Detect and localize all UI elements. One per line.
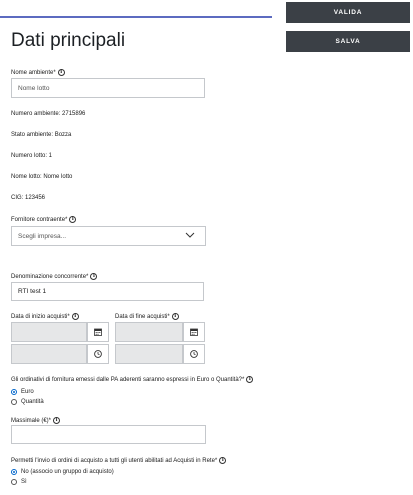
stato-ambiente-text: Stato ambiente: Bozza [11,132,72,138]
radio-euro-indicator[interactable] [11,389,17,395]
valida-button[interactable]: VALIDA [286,2,410,23]
valuta-question: Gli ordinativi di fornitura emessi dalle… [11,376,254,383]
denominazione-label-text: Denominazione concorrente* [11,273,89,280]
clock-button[interactable] [183,344,205,364]
info-icon[interactable]: i [53,417,61,424]
massimale-input[interactable] [11,425,206,444]
fornitore-label: Fornitore contraente* i [11,216,77,223]
radio-euro-label: Euro [21,389,34,395]
radio-quantita-label: Quantità [21,399,44,405]
data-inizio-label-text: Data di inizio acquisti* [11,313,70,320]
data-fine-label-text: Data di fine acquisti* [115,313,170,320]
chevron-down-icon [185,232,195,238]
data-fine-time-input[interactable] [115,344,183,364]
info-icon[interactable]: i [57,69,65,76]
radio-no[interactable]: No (associo un gruppo di acquisto) [11,469,114,475]
radio-no-label: No (associo un gruppo di acquisto) [21,469,114,475]
data-inizio-date-input[interactable] [11,322,87,342]
fornitore-select[interactable]: Scegli impresa... [11,226,206,246]
header-accent-line [0,16,272,18]
info-icon[interactable]: i [90,273,98,280]
info-icon[interactable]: i [71,313,79,320]
radio-euro[interactable]: Euro [11,389,34,395]
info-icon[interactable]: i [171,313,179,320]
calendar-icon [190,328,198,336]
page-title: Dati principali [11,30,126,51]
radio-quantita-indicator[interactable] [11,399,17,405]
massimale-label-text: Massimale (€)* [11,417,52,424]
nome-ambiente-label-text: Nome ambiente* [11,69,56,76]
radio-si-label: Sì [21,479,27,485]
radio-no-indicator[interactable] [11,469,17,475]
clock-button[interactable] [87,344,109,364]
permessi-question: Permetti l'invio di ordini di acquisto a… [11,457,227,464]
radio-quantita[interactable]: Quantità [11,399,44,405]
radio-si[interactable]: Sì [11,479,27,485]
calendar-button[interactable] [183,322,205,342]
nome-ambiente-input[interactable]: Nome lotto [11,78,205,98]
info-icon[interactable]: i [219,457,227,464]
nome-ambiente-label: Nome ambiente* i [11,69,65,76]
fornitore-select-value: Scegli impresa... [18,232,67,240]
fornitore-label-text: Fornitore contraente* [11,216,68,223]
data-inizio-time-input[interactable] [11,344,87,364]
info-icon[interactable]: i [246,376,254,383]
permessi-question-text: Permetti l'invio di ordini di acquisto a… [11,457,218,464]
data-fine-label: Data di fine acquisti* i [115,313,179,320]
valuta-question-text: Gli ordinativi di fornitura emessi dalle… [11,376,245,383]
numero-ambiente-text: Numero ambiente: 2715896 [11,111,86,117]
cig-text: CIG: 123456 [11,195,46,201]
numero-lotto-text: Numero lotto: 1 [11,153,53,159]
denominazione-input[interactable]: RTI test 1 [11,282,204,301]
clock-icon [94,350,102,358]
calendar-icon [94,328,102,336]
data-inizio-label: Data di inizio acquisti* i [11,313,79,320]
data-fine-date-input[interactable] [115,322,183,342]
calendar-button[interactable] [87,322,109,342]
info-icon[interactable]: i [69,216,77,223]
radio-si-indicator[interactable] [11,479,17,485]
clock-icon [190,350,198,358]
salva-button[interactable]: SALVA [286,31,410,52]
massimale-label: Massimale (€)* i [11,417,61,424]
denominazione-label: Denominazione concorrente* i [11,273,98,280]
nome-lotto-text: Nome lotto: Nome lotto [11,174,73,180]
